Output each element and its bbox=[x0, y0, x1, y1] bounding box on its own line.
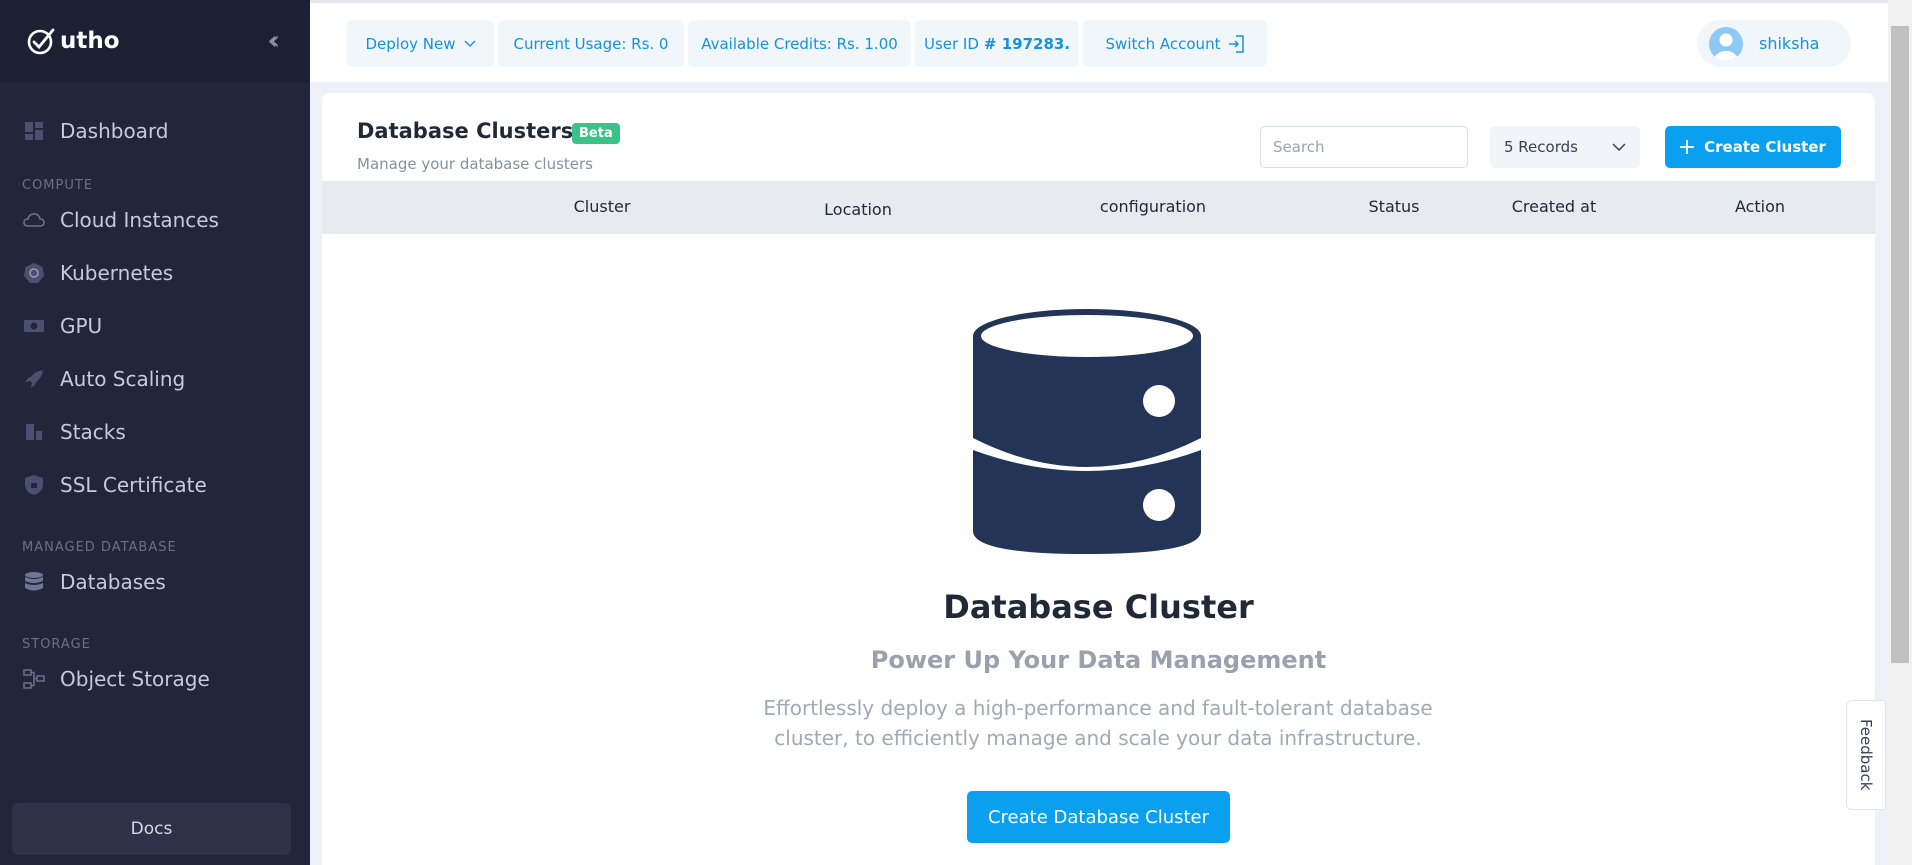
section-label-storage: STORAGE bbox=[22, 637, 91, 652]
logo-bar: utho ‹‹ bbox=[0, 0, 310, 82]
page-subtitle: Manage your database clusters bbox=[357, 155, 593, 173]
kubernetes-icon bbox=[22, 261, 46, 285]
feedback-label: Feedback bbox=[1857, 719, 1875, 791]
available-credits-pill[interactable]: Available Credits: Rs. 1.00 bbox=[688, 20, 911, 67]
column-header-location[interactable]: Location bbox=[824, 200, 892, 219]
chevron-down-icon bbox=[464, 40, 475, 47]
sidebar-item-label: Databases bbox=[60, 569, 166, 594]
empty-state-subtitle: Power Up Your Data Management bbox=[870, 646, 1327, 674]
records-per-page-select[interactable]: 5 Records bbox=[1490, 126, 1640, 168]
section-label-compute: COMPUTE bbox=[22, 178, 94, 193]
user-id-label: User ID bbox=[923, 34, 979, 53]
search-input[interactable] bbox=[1260, 126, 1468, 168]
sidebar-item-databases[interactable]: Databases bbox=[0, 555, 310, 608]
current-usage-pill[interactable]: Current Usage: Rs. 0 bbox=[498, 20, 684, 67]
create-database-cluster-button[interactable]: Create Database Cluster bbox=[967, 791, 1230, 843]
column-header-status[interactable]: Status bbox=[1369, 197, 1420, 216]
cloud-icon bbox=[22, 208, 46, 232]
sidebar-item-object-storage[interactable]: Object Storage bbox=[0, 652, 310, 705]
user-menu[interactable]: shiksha bbox=[1697, 20, 1851, 67]
scrollbar-thumb[interactable] bbox=[1891, 26, 1909, 663]
column-header-cluster[interactable]: Cluster bbox=[574, 197, 631, 216]
sidebar-item-label: Auto Scaling bbox=[60, 366, 186, 391]
top-bar: Deploy New Current Usage: Rs. 0 Availabl… bbox=[310, 0, 1888, 82]
gpu-icon bbox=[22, 314, 46, 338]
rocket-icon bbox=[22, 367, 46, 391]
sidebar-item-cloud-instances[interactable]: Cloud Instances bbox=[0, 193, 310, 246]
sidebar-item-kubernetes[interactable]: Kubernetes bbox=[0, 246, 310, 299]
sidebar-item-label: Stacks bbox=[60, 419, 126, 444]
collapse-sidebar-icon[interactable]: ‹‹ bbox=[267, 26, 284, 56]
login-arrow-icon bbox=[1229, 34, 1245, 53]
user-id-pill[interactable]: User ID # 197283. bbox=[915, 20, 1079, 67]
sidebar-item-gpu[interactable]: GPU bbox=[0, 299, 310, 352]
deploy-new-label: Deploy New bbox=[365, 34, 456, 53]
records-value: 5 Records bbox=[1504, 138, 1578, 156]
sidebar-item-label: Object Storage bbox=[60, 666, 210, 691]
object-storage-icon bbox=[22, 667, 46, 691]
column-header-created-at[interactable]: Created at bbox=[1512, 197, 1596, 216]
switch-account-button[interactable]: Switch Account bbox=[1083, 20, 1267, 67]
page-title: Database Clusters bbox=[357, 119, 574, 143]
sidebar-item-dashboard[interactable]: Dashboard bbox=[0, 104, 310, 157]
sidebar-item-label: SSL Certificate bbox=[60, 472, 207, 497]
sidebar: utho ‹‹ Dashboard COMPUTE Cloud Instance… bbox=[0, 0, 310, 865]
column-header-action[interactable]: Action bbox=[1735, 197, 1785, 216]
plus-icon bbox=[1680, 140, 1695, 154]
dashboard-icon bbox=[22, 119, 46, 143]
avatar bbox=[1709, 26, 1743, 61]
feedback-tab[interactable]: Feedback bbox=[1846, 700, 1886, 810]
sidebar-item-label: Cloud Instances bbox=[60, 207, 219, 232]
column-header-configuration[interactable]: configuration bbox=[1100, 197, 1206, 216]
empty-state-title: Database Cluster bbox=[943, 588, 1254, 626]
database-illustration-icon bbox=[973, 309, 1201, 554]
shield-icon bbox=[22, 473, 46, 497]
stacks-icon bbox=[22, 420, 46, 444]
sidebar-item-label: Kubernetes bbox=[60, 260, 174, 285]
user-id-value: # 197283. bbox=[983, 34, 1071, 53]
section-label-managed-database: MANAGED DATABASE bbox=[22, 540, 177, 555]
user-name: shiksha bbox=[1759, 34, 1820, 53]
sidebar-nav: Dashboard COMPUTE Cloud Instances Kubern… bbox=[0, 82, 310, 705]
brand-name: utho bbox=[60, 28, 120, 54]
create-cluster-button[interactable]: Create Cluster bbox=[1665, 126, 1841, 168]
main-card: Database Clusters Beta Manage your datab… bbox=[322, 93, 1875, 865]
empty-state-description: Effortlessly deploy a high-performance a… bbox=[763, 696, 1433, 750]
database-icon bbox=[22, 570, 46, 594]
deploy-new-dropdown[interactable]: Deploy New bbox=[347, 20, 494, 67]
sidebar-item-label: Dashboard bbox=[60, 118, 169, 143]
beta-badge: Beta bbox=[572, 123, 620, 144]
sidebar-item-stacks[interactable]: Stacks bbox=[0, 405, 310, 458]
docs-button[interactable]: Docs bbox=[12, 803, 291, 855]
switch-account-label: Switch Account bbox=[1105, 34, 1221, 53]
chevron-down-icon bbox=[1612, 143, 1626, 151]
sidebar-item-auto-scaling[interactable]: Auto Scaling bbox=[0, 352, 310, 405]
table-header: Cluster Location configuration Status Cr… bbox=[322, 181, 1875, 234]
create-cluster-label: Create Cluster bbox=[1704, 138, 1826, 156]
check-circle-icon bbox=[27, 28, 55, 55]
brand-logo[interactable]: utho bbox=[26, 26, 120, 56]
sidebar-item-ssl-certificate[interactable]: SSL Certificate bbox=[0, 458, 310, 511]
sidebar-item-label: GPU bbox=[60, 313, 103, 338]
